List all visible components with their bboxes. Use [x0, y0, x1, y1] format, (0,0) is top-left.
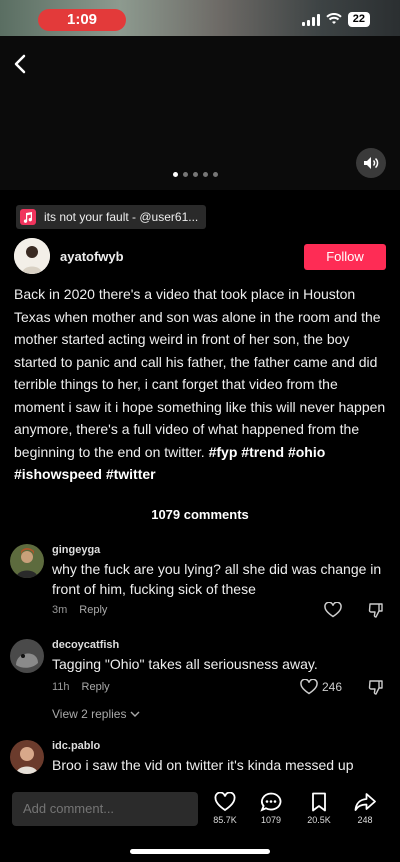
thumbs-down-icon — [368, 680, 383, 695]
like-count: 85.7K — [213, 815, 237, 825]
share-arrow-icon — [354, 793, 376, 811]
view-replies-label: View 2 replies — [52, 707, 127, 721]
comment-item: decoycatfish Tagging "Ohio" takes all se… — [10, 639, 390, 699]
battery-indicator: 22 — [347, 12, 370, 27]
comment-text: Tagging "Ohio" takes all seriousness awa… — [52, 656, 318, 672]
comment-username[interactable]: idc.pablo — [52, 740, 100, 752]
reply-button[interactable]: Reply — [79, 604, 107, 616]
heart-outline-icon — [300, 679, 318, 695]
share-button[interactable]: 248 — [343, 792, 387, 825]
post-caption: Back in 2020 there's a video that took p… — [14, 283, 386, 486]
sound-link[interactable]: its not your fault - @user61... — [16, 205, 207, 229]
mute-toggle-button[interactable] — [356, 148, 386, 178]
wifi-icon — [326, 12, 342, 26]
comment-item: idc.pablo Broo i saw the vid on twitter … — [10, 740, 390, 780]
comment-age: 11h — [52, 681, 70, 693]
comment-bubble-icon — [260, 792, 282, 812]
bookmark-icon — [312, 792, 326, 812]
back-button[interactable] — [10, 52, 32, 76]
home-indicator — [130, 849, 270, 854]
status-icons: 22 — [301, 12, 370, 27]
comment-text: why the fuck are you lying? all she did … — [52, 561, 382, 597]
comment-dislike-button[interactable] — [368, 679, 384, 700]
sound-label: its not your fault - @user61... — [44, 210, 199, 224]
hashtag[interactable]: #ishowspeed — [14, 466, 102, 482]
author-row: ayatofwyb Follow — [14, 238, 386, 276]
carousel-dot — [173, 172, 178, 177]
hashtag[interactable]: #fyp — [209, 444, 238, 460]
carousel-dot — [213, 172, 218, 177]
thumbs-down-icon — [368, 603, 383, 618]
comments-button[interactable]: 1079 — [249, 792, 293, 825]
save-button[interactable]: 20.5K — [297, 792, 341, 825]
comment-like-count: 246 — [321, 680, 342, 694]
carousel-dot — [203, 172, 208, 177]
status-time: 1:09 — [38, 9, 126, 31]
avatar[interactable] — [14, 238, 50, 274]
comment-username[interactable]: decoycatfish — [52, 639, 119, 651]
video-frame-top: 1:09 22 — [0, 0, 400, 36]
comments-count: 1079 comments — [151, 507, 249, 522]
avatar[interactable] — [10, 639, 44, 673]
chevron-left-icon — [14, 54, 26, 74]
carousel-dots — [173, 172, 218, 177]
comment-item: gingeyga why the fuck are you lying? all… — [10, 544, 390, 624]
hashtag[interactable]: #twitter — [106, 466, 156, 482]
save-count: 20.5K — [307, 815, 331, 825]
view-replies-button[interactable]: View 2 replies — [52, 707, 140, 721]
author-username[interactable]: ayatofwyb — [60, 249, 124, 264]
video-player[interactable]: 1:09 22 — [0, 0, 400, 190]
comment-text: Broo i saw the vid on twitter it's kinda… — [52, 757, 354, 773]
heart-outline-icon — [324, 602, 342, 618]
share-count: 248 — [357, 815, 373, 825]
comment-dislike-button[interactable] — [368, 602, 384, 623]
avatar[interactable] — [10, 544, 44, 578]
add-comment-input[interactable] — [12, 792, 198, 826]
hashtag[interactable]: #trend — [241, 444, 284, 460]
comment-age: 3m — [52, 604, 68, 616]
like-button[interactable]: 85.7K — [203, 792, 247, 825]
signal-icon — [301, 13, 320, 26]
chevron-down-icon — [130, 711, 140, 717]
follow-button[interactable]: Follow — [304, 244, 386, 270]
volume-icon — [364, 157, 379, 169]
comment-meta: 11h Reply — [52, 681, 110, 693]
music-note-icon — [20, 209, 36, 225]
caption-text: Back in 2020 there's a video that took p… — [14, 286, 386, 460]
heart-outline-icon — [214, 792, 236, 812]
reply-button[interactable]: Reply — [82, 681, 110, 693]
comment-like-button[interactable]: 246 — [300, 679, 342, 695]
carousel-dot — [183, 172, 188, 177]
hashtag[interactable]: #ohio — [288, 444, 325, 460]
comment-like-button[interactable] — [324, 602, 342, 618]
carousel-dot — [193, 172, 198, 177]
comment-meta: 3m Reply — [52, 604, 107, 616]
avatar[interactable] — [10, 740, 44, 774]
comment-username[interactable]: gingeyga — [52, 544, 100, 556]
comment-count: 1079 — [260, 815, 282, 825]
